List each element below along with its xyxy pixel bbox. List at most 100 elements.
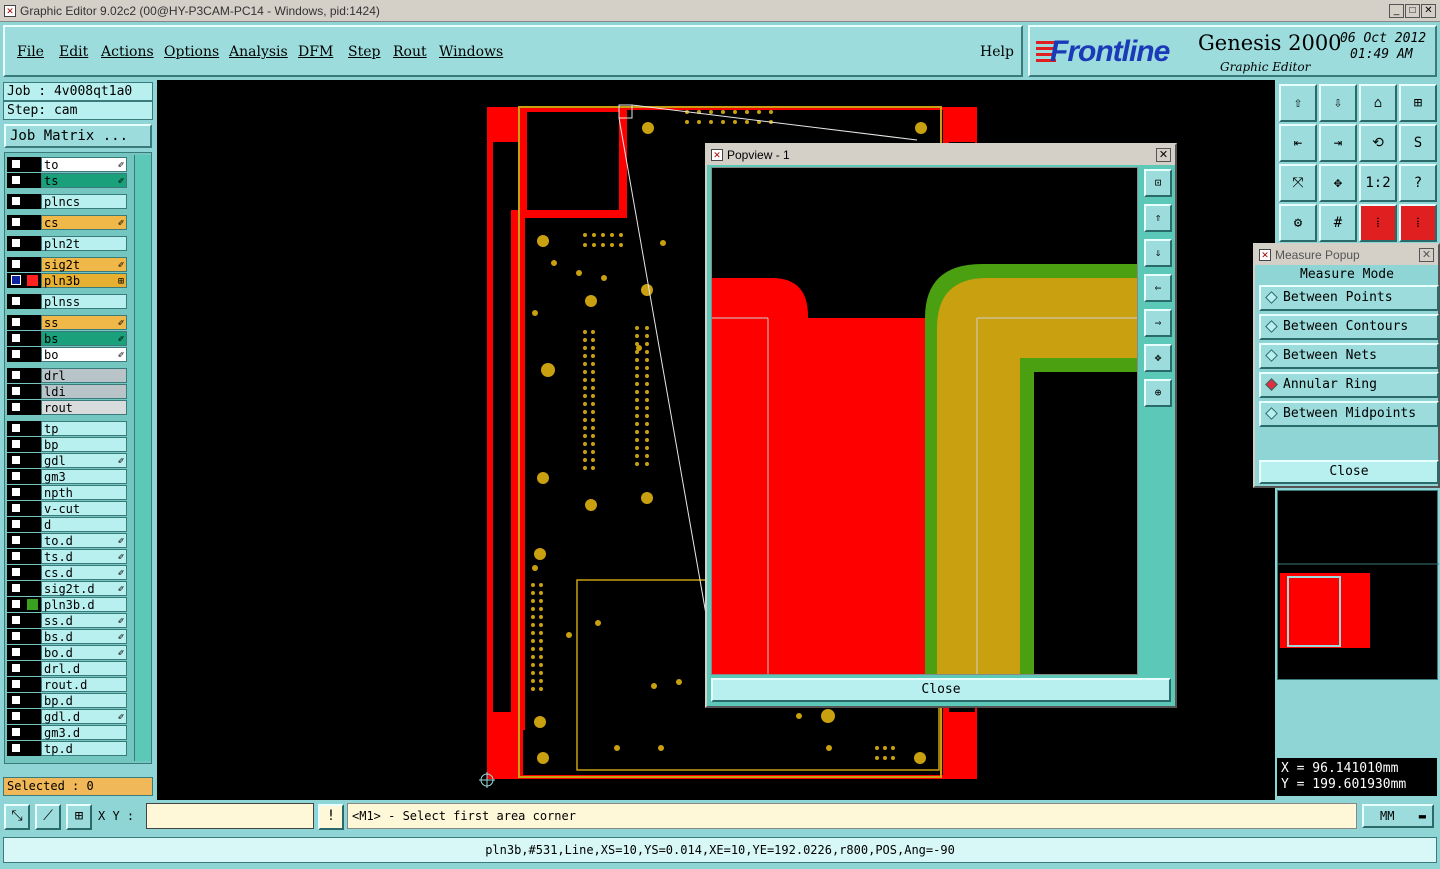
layer-name[interactable]: pln3b ⊞ — [41, 273, 127, 288]
zoom-area-icon[interactable]: ⤡ — [4, 804, 30, 830]
home-icon[interactable]: ⌂ — [1359, 84, 1397, 122]
layer-name[interactable]: gdl ✐ — [41, 453, 127, 468]
open-icon[interactable]: ⇧ — [1279, 84, 1317, 122]
measure-option-between-nets[interactable]: Between Nets — [1259, 343, 1439, 369]
measure-tool-icon[interactable]: ⟋ — [35, 804, 61, 830]
menu-analysis[interactable]: Analysis — [229, 44, 288, 60]
menu-options[interactable]: Options — [164, 44, 219, 60]
layer-name[interactable]: pln2t — [41, 236, 127, 251]
netlist-icon[interactable]: ⁞ — [1359, 204, 1397, 242]
layer-name[interactable]: bs.d ✐ — [41, 629, 127, 644]
layer-name[interactable]: to ✐ — [41, 157, 127, 172]
layer-row-ss-d[interactable]: ss.d ✐ — [7, 613, 127, 628]
layer-row-tp-d[interactable]: tp.d — [7, 741, 127, 756]
layer-row-gdl-d[interactable]: gdl.d ✐ — [7, 709, 127, 724]
layer-name[interactable]: npth — [41, 485, 127, 500]
layer-name[interactable]: bp — [41, 437, 127, 452]
layer-row-bs-d[interactable]: bs.d ✐ — [7, 629, 127, 644]
layer-name[interactable]: plncs — [41, 194, 127, 209]
layer-checkbox[interactable] — [11, 663, 21, 673]
layer-row-ldi[interactable]: ldi — [7, 384, 127, 399]
layer-checkbox[interactable] — [11, 615, 21, 625]
layer-checkbox[interactable] — [11, 567, 21, 577]
popview-up-icon[interactable]: ⇑ — [1144, 204, 1172, 232]
layer-row-bo-d[interactable]: bo.d ✐ — [7, 645, 127, 660]
redraw-icon[interactable]: ⟲ — [1359, 124, 1397, 162]
layer-row-gm3[interactable]: gm3 — [7, 469, 127, 484]
layer-checkbox[interactable] — [11, 727, 21, 737]
layer-row-plnss[interactable]: plnss — [7, 294, 127, 309]
maximize-button[interactable]: □ — [1405, 4, 1420, 18]
layer-checkbox[interactable] — [11, 370, 21, 380]
layer-name[interactable]: drl — [41, 368, 127, 383]
measure-option-annular-ring[interactable]: Annular Ring — [1259, 372, 1439, 398]
pan-left-icon[interactable]: ⇤ — [1279, 124, 1317, 162]
popview-down-icon[interactable]: ⇓ — [1144, 239, 1172, 267]
layer-name[interactable]: tp — [41, 421, 127, 436]
layer-checkbox[interactable] — [11, 259, 21, 269]
measure-close-icon[interactable]: ✕ — [1419, 248, 1434, 262]
popview-zoom-icon[interactable]: ⊡ — [1144, 169, 1172, 197]
layer-name[interactable]: ldi — [41, 384, 127, 399]
layer-checkbox[interactable] — [11, 439, 21, 449]
layer-name[interactable]: ss ✐ — [41, 315, 127, 330]
layer-checkbox[interactable] — [11, 551, 21, 561]
layer-name[interactable]: sig2t ✐ — [41, 257, 127, 272]
measure-option-between-contours[interactable]: Between Contours — [1259, 314, 1439, 340]
layer-row-bp[interactable]: bp — [7, 437, 127, 452]
layer-checkbox[interactable] — [11, 296, 21, 306]
layer-checkbox[interactable] — [11, 275, 21, 285]
layer-name[interactable]: gm3.d — [41, 725, 127, 740]
popview-close-icon[interactable]: ✕ — [1156, 148, 1171, 162]
snap-icon[interactable]: S — [1399, 124, 1437, 162]
drill-tool-icon[interactable]: ⚙ — [1279, 204, 1317, 242]
alert-icon[interactable]: ! — [318, 804, 344, 830]
menu-dfm[interactable]: DFM — [298, 44, 333, 60]
window-grid-icon[interactable]: ⊞ — [1399, 84, 1437, 122]
layer-row-sig2t[interactable]: sig2t ✐ — [7, 257, 127, 272]
grid-icon[interactable]: # — [1319, 204, 1357, 242]
layer-row-v-cut[interactable]: v-cut — [7, 501, 127, 516]
layer-name[interactable]: sig2t.d ✐ — [41, 581, 127, 596]
layer-name[interactable]: gdl.d ✐ — [41, 709, 127, 724]
job-matrix-button[interactable]: Job Matrix ... — [4, 124, 152, 148]
minimize-button[interactable]: _ — [1389, 4, 1404, 18]
layer-row-d[interactable]: d — [7, 517, 127, 532]
menu-file[interactable]: File — [17, 44, 44, 60]
layer-name[interactable]: d — [41, 517, 127, 532]
layer-name[interactable]: ss.d ✐ — [41, 613, 127, 628]
xy-input[interactable] — [146, 803, 314, 829]
layer-row-sig2t-d[interactable]: sig2t.d ✐ — [7, 581, 127, 596]
close-window-button[interactable]: ✕ — [1421, 4, 1436, 18]
popview-close-button[interactable]: Close — [711, 678, 1171, 702]
layer-row-pln3b[interactable]: pln3b ⊞ — [7, 273, 127, 288]
zoom-fit-icon[interactable]: ⤧ — [1279, 164, 1317, 202]
layer-checkbox[interactable] — [11, 349, 21, 359]
layer-row-ts-d[interactable]: ts.d ✐ — [7, 549, 127, 564]
measure-close-button[interactable]: Close — [1259, 460, 1439, 484]
layer-name[interactable]: rout — [41, 400, 127, 415]
snap-grid-icon[interactable]: ⊞ — [66, 804, 92, 830]
layer-checkbox[interactable] — [11, 695, 21, 705]
layer-row-pln3b-d[interactable]: pln3b.d — [7, 597, 127, 612]
layer-checkbox[interactable] — [11, 711, 21, 721]
layer-row-tp[interactable]: tp — [7, 421, 127, 436]
menu-rout[interactable]: Rout — [393, 44, 427, 60]
layer-row-bp-d[interactable]: bp.d — [7, 693, 127, 708]
menu-actions[interactable]: Actions — [101, 44, 154, 60]
layer-row-rout-d[interactable]: rout.d — [7, 677, 127, 692]
layer-name[interactable]: tp.d — [41, 741, 127, 756]
layer-name[interactable]: to.d ✐ — [41, 533, 127, 548]
layer-row-bs[interactable]: bs ✐ — [7, 331, 127, 346]
layer-checkbox[interactable] — [11, 238, 21, 248]
zoom-home-icon[interactable]: ✥ — [1319, 164, 1357, 202]
layer-name[interactable]: gm3 — [41, 469, 127, 484]
layer-checkbox[interactable] — [11, 402, 21, 412]
layer-checkbox[interactable] — [11, 471, 21, 481]
layer-checkbox[interactable] — [11, 333, 21, 343]
measure-option-between-points[interactable]: Between Points — [1259, 285, 1439, 311]
layer-row-drl[interactable]: drl — [7, 368, 127, 383]
layer-name[interactable]: cs.d ✐ — [41, 565, 127, 580]
layer-name[interactable]: ts.d ✐ — [41, 549, 127, 564]
layer-name[interactable]: ts ✐ — [41, 173, 127, 188]
